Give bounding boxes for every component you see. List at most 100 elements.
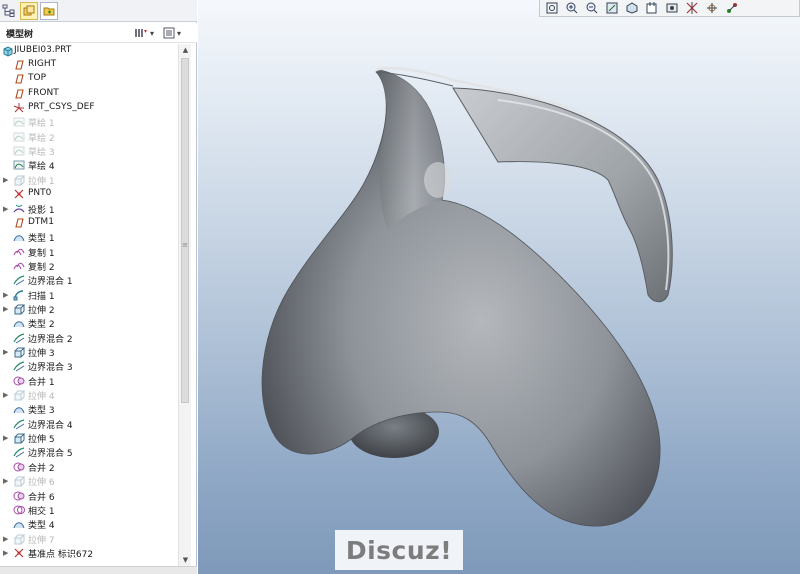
tree-item-label: 拉伸 4	[28, 392, 55, 403]
watermark: Discuz!	[335, 530, 463, 570]
tree-horizontal-scrollbar[interactable]	[0, 566, 197, 574]
tree-item[interactable]: 复制 1	[0, 245, 178, 259]
extrude-icon	[13, 475, 26, 487]
tree-item[interactable]: 边界混合 3	[0, 359, 178, 373]
tree-item[interactable]: 草绘 3	[0, 144, 178, 158]
merge-icon	[13, 461, 25, 473]
expand-arrow-icon[interactable]: ▶	[3, 546, 11, 560]
sketch-icon	[13, 131, 25, 143]
tree-item[interactable]: ▶ 拉伸 7	[0, 532, 178, 546]
pitcher-body-highlight	[424, 162, 452, 198]
datum-plane-icon	[13, 59, 25, 71]
scroll-up-arrow-icon[interactable]: ▲	[179, 44, 192, 56]
pitcher-model[interactable]	[198, 0, 800, 574]
tree-item-label: 草绘 3	[28, 148, 55, 159]
surface-icon	[13, 518, 25, 530]
model-tree-panel: 模型树 ▾ ▾ JIUBEI03.PRT RIGHT TOP FRONT PRT_CS…	[0, 0, 197, 574]
expand-arrow-icon[interactable]: ▶	[3, 302, 11, 316]
tree-item[interactable]: ▶ 拉伸 5	[0, 431, 178, 445]
tree-item[interactable]: ▶ 拉伸 6	[0, 474, 178, 488]
tree-item-label: 相交 1	[28, 506, 55, 517]
tree-item[interactable]: 边界混合 5	[0, 445, 178, 459]
tree-item[interactable]: 相交 1	[0, 503, 178, 517]
tree-item-label: PNT0	[28, 188, 52, 199]
boundary-blend-icon	[13, 274, 25, 286]
tree-item[interactable]: 草绘 1	[0, 115, 178, 129]
tree-item[interactable]: 草绘 4	[0, 158, 178, 172]
folder-tab[interactable]	[40, 2, 58, 20]
tree-item-label: 拉伸 3	[28, 349, 55, 359]
tree-item[interactable]: 边界混合 4	[0, 417, 178, 431]
tree-item-label: 边界混合 4	[28, 420, 73, 431]
extrude-icon	[13, 303, 26, 315]
watermark-text: Discuz!	[345, 535, 453, 565]
expand-arrow-icon[interactable]: ▶	[3, 431, 11, 445]
expand-arrow-icon[interactable]: ▶	[3, 532, 11, 546]
boundary-blend-icon	[13, 446, 25, 458]
tree-item-label: 草绘 4	[28, 162, 55, 173]
model-tree-tab[interactable]	[20, 2, 38, 20]
tree-item-label: 拉伸 7	[28, 535, 55, 546]
expand-arrow-icon[interactable]: ▶	[3, 345, 11, 359]
tree-item-label: 拉伸 5	[28, 435, 55, 446]
tree-item-label: 草绘 1	[28, 119, 55, 130]
tree-item[interactable]: ▶ 基准点 标识672	[0, 546, 178, 560]
tree-filters-button[interactable]: ▾	[134, 26, 154, 40]
tree-item[interactable]: FRONT	[0, 87, 178, 101]
tree-item-label: RIGHT	[28, 59, 57, 69]
panel-title: 模型树	[6, 30, 34, 40]
tree-root[interactable]: JIUBEI03.PRT	[0, 44, 178, 58]
tree-item[interactable]: PNT0	[0, 187, 178, 201]
tree-item-label: 边界混合 3	[28, 363, 73, 374]
tree-item[interactable]: 边界混合 1	[0, 273, 178, 287]
surface-icon	[13, 403, 25, 415]
tree-filters-icon	[135, 29, 147, 37]
datum-plane-icon	[13, 217, 25, 229]
extrude-icon	[13, 533, 26, 545]
tree-item[interactable]: ▶ 拉伸 3	[0, 345, 178, 359]
tree-item-label: FRONT	[28, 87, 59, 98]
expand-arrow-icon[interactable]: ▶	[3, 202, 11, 216]
tree-item-label: 边界混合 2	[28, 334, 73, 345]
tree-item[interactable]: 类型 2	[0, 316, 178, 330]
tree-item-label: 合并 1	[28, 377, 55, 388]
boundary-blend-icon	[13, 360, 25, 372]
tree-item[interactable]: RIGHT	[0, 58, 178, 72]
scrollbar-thumb[interactable]	[181, 58, 189, 403]
tree-item[interactable]: TOP	[0, 72, 178, 86]
tree-item[interactable]: 类型 4	[0, 517, 178, 531]
expand-arrow-icon[interactable]: ▶	[3, 173, 11, 187]
tree-item-label: 投影 1	[28, 205, 55, 216]
sketch-icon	[13, 145, 25, 157]
tree-item[interactable]: ▶ 拉伸 4	[0, 388, 178, 402]
tree-item[interactable]: ▶ 投影 1	[0, 202, 178, 216]
merge-icon	[13, 375, 25, 387]
sweep-icon	[13, 289, 25, 301]
expand-arrow-icon[interactable]: ▶	[3, 474, 11, 488]
tree-item[interactable]: 合并 1	[0, 374, 178, 388]
tree-structure-icon[interactable]	[2, 4, 16, 18]
expand-arrow-icon[interactable]: ▶	[3, 288, 11, 302]
tree-item[interactable]: 类型 1	[0, 230, 178, 244]
tree-item[interactable]: ▶ 扫描 1	[0, 288, 178, 302]
tree-item[interactable]: DTM1	[0, 216, 178, 230]
tree-vertical-scrollbar[interactable]: ▲ ≡ ▼	[178, 44, 191, 566]
tree-item-label: 复制 1	[28, 248, 55, 259]
scroll-down-arrow-icon[interactable]: ▼	[179, 554, 192, 566]
tree-item[interactable]: ▶ 拉伸 2	[0, 302, 178, 316]
tree-item[interactable]: 复制 2	[0, 259, 178, 273]
tree-item[interactable]: 草绘 2	[0, 130, 178, 144]
tree-item[interactable]: 合并 6	[0, 489, 178, 503]
tree-item[interactable]: 边界混合 2	[0, 331, 178, 345]
tree-item[interactable]: 合并 2	[0, 460, 178, 474]
tree-item[interactable]: 类型 3	[0, 402, 178, 416]
expand-arrow-icon[interactable]: ▶	[3, 388, 11, 402]
tree-item-label: 边界混合 5	[28, 449, 73, 460]
settings-button[interactable]: ▾	[163, 26, 181, 40]
tree-root-label: JIUBEI03.PRT	[14, 45, 72, 55]
model-tree-header: 模型树 ▾ ▾	[0, 23, 197, 43]
graphics-viewport[interactable]: Discuz!	[198, 0, 800, 574]
tree-item[interactable]: PRT_CSYS_DEF	[0, 101, 178, 115]
tree-item-label: 扫描 1	[28, 291, 55, 302]
tree-item[interactable]: ▶ 拉伸 1	[0, 173, 178, 187]
